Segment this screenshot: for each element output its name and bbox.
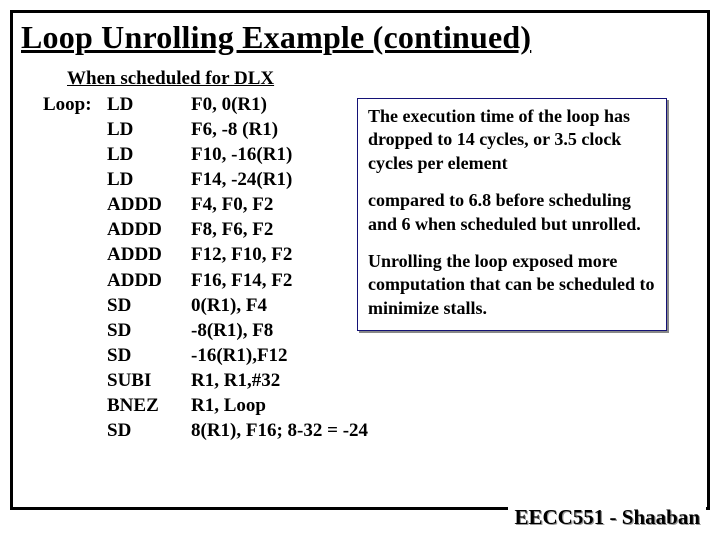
code-mnem: ADDD: [107, 192, 191, 217]
slide-footer: EECC551 - Shaaban: [508, 503, 706, 532]
code-label: [13, 318, 107, 343]
code-label: [13, 117, 107, 142]
code-mnem: ADDD: [107, 242, 191, 267]
code-row: SD 8(R1), F16; 8-32 = -24: [13, 418, 707, 443]
note-p3: Unrolling the loop exposed more computat…: [368, 250, 656, 320]
code-mnem: SD: [107, 318, 191, 343]
code-label: [13, 293, 107, 318]
code-mnem: LD: [107, 167, 191, 192]
code-mnem: LD: [107, 117, 191, 142]
code-row: SUBI R1, R1,#32: [13, 368, 707, 393]
code-ops: 8(R1), F16; 8-32 = -24: [191, 418, 707, 443]
code-row: SD -16(R1),F12: [13, 343, 707, 368]
note-box-wrap: The execution time of the loop has dropp…: [357, 98, 667, 331]
code-label: [13, 167, 107, 192]
code-mnem: BNEZ: [107, 393, 191, 418]
slide-frame: Loop Unrolling Example (continued) When …: [10, 10, 710, 510]
note-p2: compared to 6.8 before scheduling and 6 …: [368, 189, 656, 236]
code-label: [13, 142, 107, 167]
code-label: [13, 268, 107, 293]
code-label: [13, 217, 107, 242]
code-ops: -16(R1),F12: [191, 343, 707, 368]
code-mnem: LD: [107, 92, 191, 117]
note-p1: The execution time of the loop has dropp…: [368, 105, 656, 175]
code-subhead: When scheduled for DLX: [67, 68, 707, 90]
code-label: Loop:: [13, 92, 107, 117]
code-label: [13, 343, 107, 368]
slide-content: When scheduled for DLX Loop: LD F0, 0(R1…: [13, 60, 707, 443]
code-mnem: SD: [107, 293, 191, 318]
code-mnem: LD: [107, 142, 191, 167]
code-ops: R1, Loop: [191, 393, 707, 418]
code-label: [13, 242, 107, 267]
code-mnem: ADDD: [107, 268, 191, 293]
code-label: [13, 418, 107, 443]
code-mnem: SUBI: [107, 368, 191, 393]
code-label: [13, 368, 107, 393]
code-label: [13, 393, 107, 418]
note-box: The execution time of the loop has dropp…: [357, 98, 667, 331]
code-row: BNEZ R1, Loop: [13, 393, 707, 418]
code-mnem: SD: [107, 418, 191, 443]
code-mnem: SD: [107, 343, 191, 368]
code-ops: R1, R1,#32: [191, 368, 707, 393]
code-mnem: ADDD: [107, 217, 191, 242]
slide-title: Loop Unrolling Example (continued): [13, 13, 707, 60]
code-label: [13, 192, 107, 217]
